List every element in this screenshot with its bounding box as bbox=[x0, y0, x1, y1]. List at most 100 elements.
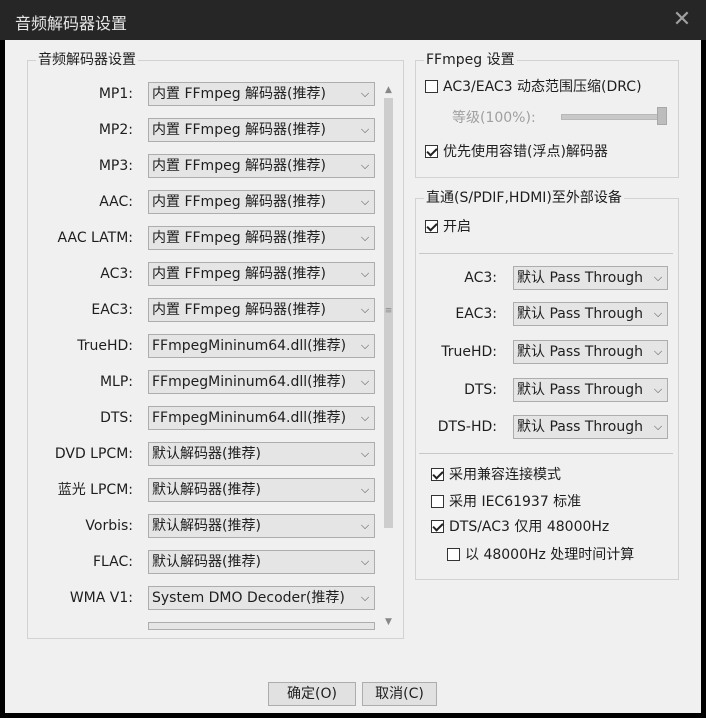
iec61937-checkbox[interactable]: 采用 IEC61937 标准 bbox=[431, 492, 581, 512]
decoder-select[interactable]: 默认解码器(推荐) ⌵ bbox=[148, 442, 375, 466]
decoder-select[interactable]: 内置 FFmpeg 解码器(推荐) ⌵ bbox=[148, 154, 375, 178]
passthrough-label: DTS: bbox=[464, 382, 497, 398]
chevron-down-icon[interactable]: ⌵ bbox=[356, 371, 374, 393]
passthrough-label: EAC3: bbox=[455, 306, 497, 322]
timing-48k-label: 以 48000Hz 处理时间计算 bbox=[465, 547, 635, 563]
compat-mode-label: 采用兼容连接模式 bbox=[449, 467, 561, 483]
decoder-select-value: 内置 FFmpeg 解码器(推荐) bbox=[152, 302, 326, 318]
passthrough-select-value: 默认 Pass Through bbox=[517, 382, 643, 398]
decoder-select[interactable]: 内置 FFmpeg 解码器(推荐) ⌵ bbox=[148, 190, 375, 214]
decoder-select-partial bbox=[148, 622, 375, 630]
drc-checkbox[interactable]: AC3/EAC3 动态范围压缩(DRC) bbox=[425, 77, 642, 97]
dts-ac3-48k-box[interactable] bbox=[431, 520, 444, 533]
decoder-label: WMA V1: bbox=[69, 590, 133, 606]
prefer-error-tolerant-checkbox[interactable]: 优先使用容错(浮点)解码器 bbox=[425, 142, 608, 162]
decoder-select[interactable]: 默认解码器(推荐) ⌵ bbox=[148, 514, 375, 538]
chevron-down-icon[interactable]: ⌵ bbox=[649, 379, 667, 401]
drc-level-slider[interactable] bbox=[561, 114, 666, 120]
passthrough-enable-label: 开启 bbox=[443, 219, 471, 235]
decoder-select-value: 内置 FFmpeg 解码器(推荐) bbox=[152, 194, 326, 210]
chevron-down-icon[interactable]: ⌵ bbox=[356, 335, 374, 357]
decoder-select-value: FFmpegMininum64.dll(推荐) bbox=[152, 338, 347, 354]
chevron-down-icon[interactable]: ⌵ bbox=[356, 119, 374, 141]
chevron-down-icon[interactable]: ⌵ bbox=[356, 479, 374, 501]
dts-ac3-48k-checkbox[interactable]: DTS/AC3 仅用 48000Hz bbox=[431, 517, 609, 537]
passthrough-legend: 直通(S/PDIF,HDMI)至外部设备 bbox=[424, 190, 624, 207]
chevron-down-icon[interactable]: ⌵ bbox=[356, 227, 374, 249]
compat-mode-checkbox[interactable]: 采用兼容连接模式 bbox=[431, 465, 561, 485]
ok-button[interactable]: 确定(O) bbox=[268, 682, 356, 706]
iec61937-box[interactable] bbox=[431, 495, 444, 508]
drc-label: AC3/EAC3 动态范围压缩(DRC) bbox=[443, 79, 642, 95]
decoder-select-value: FFmpegMininum64.dll(推荐) bbox=[152, 410, 347, 426]
passthrough-label: DTS-HD: bbox=[437, 419, 497, 435]
passthrough-label: AC3: bbox=[464, 270, 497, 286]
passthrough-select[interactable]: 默认 Pass Through ⌵ bbox=[513, 266, 668, 290]
decoder-select-value: 内置 FFmpeg 解码器(推荐) bbox=[152, 86, 326, 102]
title-bar[interactable]: 音频解码器设置 ✕ bbox=[0, 0, 706, 40]
scroll-down-icon[interactable]: ▼ bbox=[380, 614, 397, 630]
prefer-error-tolerant-label: 优先使用容错(浮点)解码器 bbox=[443, 144, 608, 160]
decoder-select-value: 默认解码器(推荐) bbox=[152, 446, 261, 462]
decoder-label: 蓝光 LPCM: bbox=[57, 482, 133, 498]
passthrough-divider-bottom bbox=[419, 453, 673, 454]
decoder-select[interactable]: 内置 FFmpeg 解码器(推荐) ⌵ bbox=[148, 118, 375, 142]
drc-level-slider-thumb[interactable] bbox=[657, 107, 667, 125]
decoder-select[interactable]: FFmpegMininum64.dll(推荐) ⌵ bbox=[148, 334, 375, 358]
chevron-down-icon[interactable]: ⌵ bbox=[649, 416, 667, 438]
decoder-select-value: 内置 FFmpeg 解码器(推荐) bbox=[152, 122, 326, 138]
chevron-down-icon[interactable]: ⌵ bbox=[356, 587, 374, 609]
timing-48k-box[interactable] bbox=[447, 548, 460, 561]
decoder-select[interactable]: 内置 FFmpeg 解码器(推荐) ⌵ bbox=[148, 226, 375, 250]
decoder-select[interactable]: 内置 FFmpeg 解码器(推荐) ⌵ bbox=[148, 298, 375, 322]
decoder-select[interactable]: FFmpegMininum64.dll(推荐) ⌵ bbox=[148, 406, 375, 430]
chevron-down-icon[interactable]: ⌵ bbox=[356, 515, 374, 537]
decoder-select[interactable]: 默认解码器(推荐) ⌵ bbox=[148, 550, 375, 574]
passthrough-select[interactable]: 默认 Pass Through ⌵ bbox=[513, 378, 668, 402]
passthrough-select[interactable]: 默认 Pass Through ⌵ bbox=[513, 415, 668, 439]
drc-checkbox-box[interactable] bbox=[425, 80, 438, 93]
chevron-down-icon[interactable]: ⌵ bbox=[649, 341, 667, 363]
compat-mode-box[interactable] bbox=[431, 468, 444, 481]
decoder-select[interactable]: 默认解码器(推荐) ⌵ bbox=[148, 478, 375, 502]
decoder-label: Vorbis: bbox=[85, 518, 133, 534]
chevron-down-icon[interactable]: ⌵ bbox=[356, 191, 374, 213]
passthrough-enable-checkbox[interactable]: 开启 bbox=[425, 217, 471, 237]
close-icon[interactable]: ✕ bbox=[668, 6, 696, 34]
decoder-label: MP2: bbox=[98, 122, 133, 138]
scroll-grip-icon: ≡ bbox=[384, 306, 393, 316]
decoder-label: EAC3: bbox=[91, 302, 133, 318]
decoder-select-value: 内置 FFmpeg 解码器(推荐) bbox=[152, 158, 326, 174]
passthrough-enable-box[interactable] bbox=[425, 220, 438, 233]
chevron-down-icon[interactable]: ⌵ bbox=[356, 155, 374, 177]
passthrough-select[interactable]: 默认 Pass Through ⌵ bbox=[513, 302, 668, 326]
decoder-select-value: FFmpegMininum64.dll(推荐) bbox=[152, 374, 347, 390]
drc-level-text: 等级(100%): bbox=[452, 110, 536, 126]
timing-48k-checkbox[interactable]: 以 48000Hz 处理时间计算 bbox=[447, 545, 634, 565]
chevron-down-icon[interactable]: ⌵ bbox=[356, 443, 374, 465]
scroll-up-icon[interactable]: ▲ bbox=[380, 82, 397, 98]
dialog-title: 音频解码器设置 bbox=[15, 14, 128, 33]
chevron-down-icon[interactable]: ⌵ bbox=[356, 263, 374, 285]
chevron-down-icon[interactable]: ⌵ bbox=[356, 551, 374, 573]
decoder-settings-legend: 音频解码器设置 bbox=[36, 52, 138, 69]
decoder-select[interactable]: 内置 FFmpeg 解码器(推荐) ⌵ bbox=[148, 82, 375, 106]
cancel-button[interactable]: 取消(C) bbox=[362, 682, 437, 706]
passthrough-select[interactable]: 默认 Pass Through ⌵ bbox=[513, 340, 668, 364]
dts-ac3-48k-label: DTS/AC3 仅用 48000Hz bbox=[449, 519, 610, 535]
prefer-error-tolerant-box[interactable] bbox=[425, 145, 438, 158]
chevron-down-icon[interactable]: ⌵ bbox=[356, 299, 374, 321]
decoder-scrollbar[interactable]: ▲ ≡ ▼ bbox=[380, 82, 397, 630]
chevron-down-icon[interactable]: ⌵ bbox=[356, 407, 374, 429]
decoder-select[interactable]: 内置 FFmpeg 解码器(推荐) ⌵ bbox=[148, 262, 375, 286]
passthrough-label: TrueHD: bbox=[441, 344, 497, 360]
chevron-down-icon[interactable]: ⌵ bbox=[649, 267, 667, 289]
decoder-select[interactable]: System DMO Decoder(推荐) ⌵ bbox=[148, 586, 375, 610]
decoder-select[interactable]: FFmpegMininum64.dll(推荐) ⌵ bbox=[148, 370, 375, 394]
decoder-select-value: 默认解码器(推荐) bbox=[152, 518, 261, 534]
decoder-label: AAC LATM: bbox=[57, 230, 133, 246]
chevron-down-icon[interactable]: ⌵ bbox=[649, 303, 667, 325]
chevron-down-icon[interactable]: ⌵ bbox=[356, 83, 374, 105]
passthrough-select-value: 默认 Pass Through bbox=[517, 419, 643, 435]
decoder-select-value: System DMO Decoder(推荐) bbox=[152, 590, 345, 606]
